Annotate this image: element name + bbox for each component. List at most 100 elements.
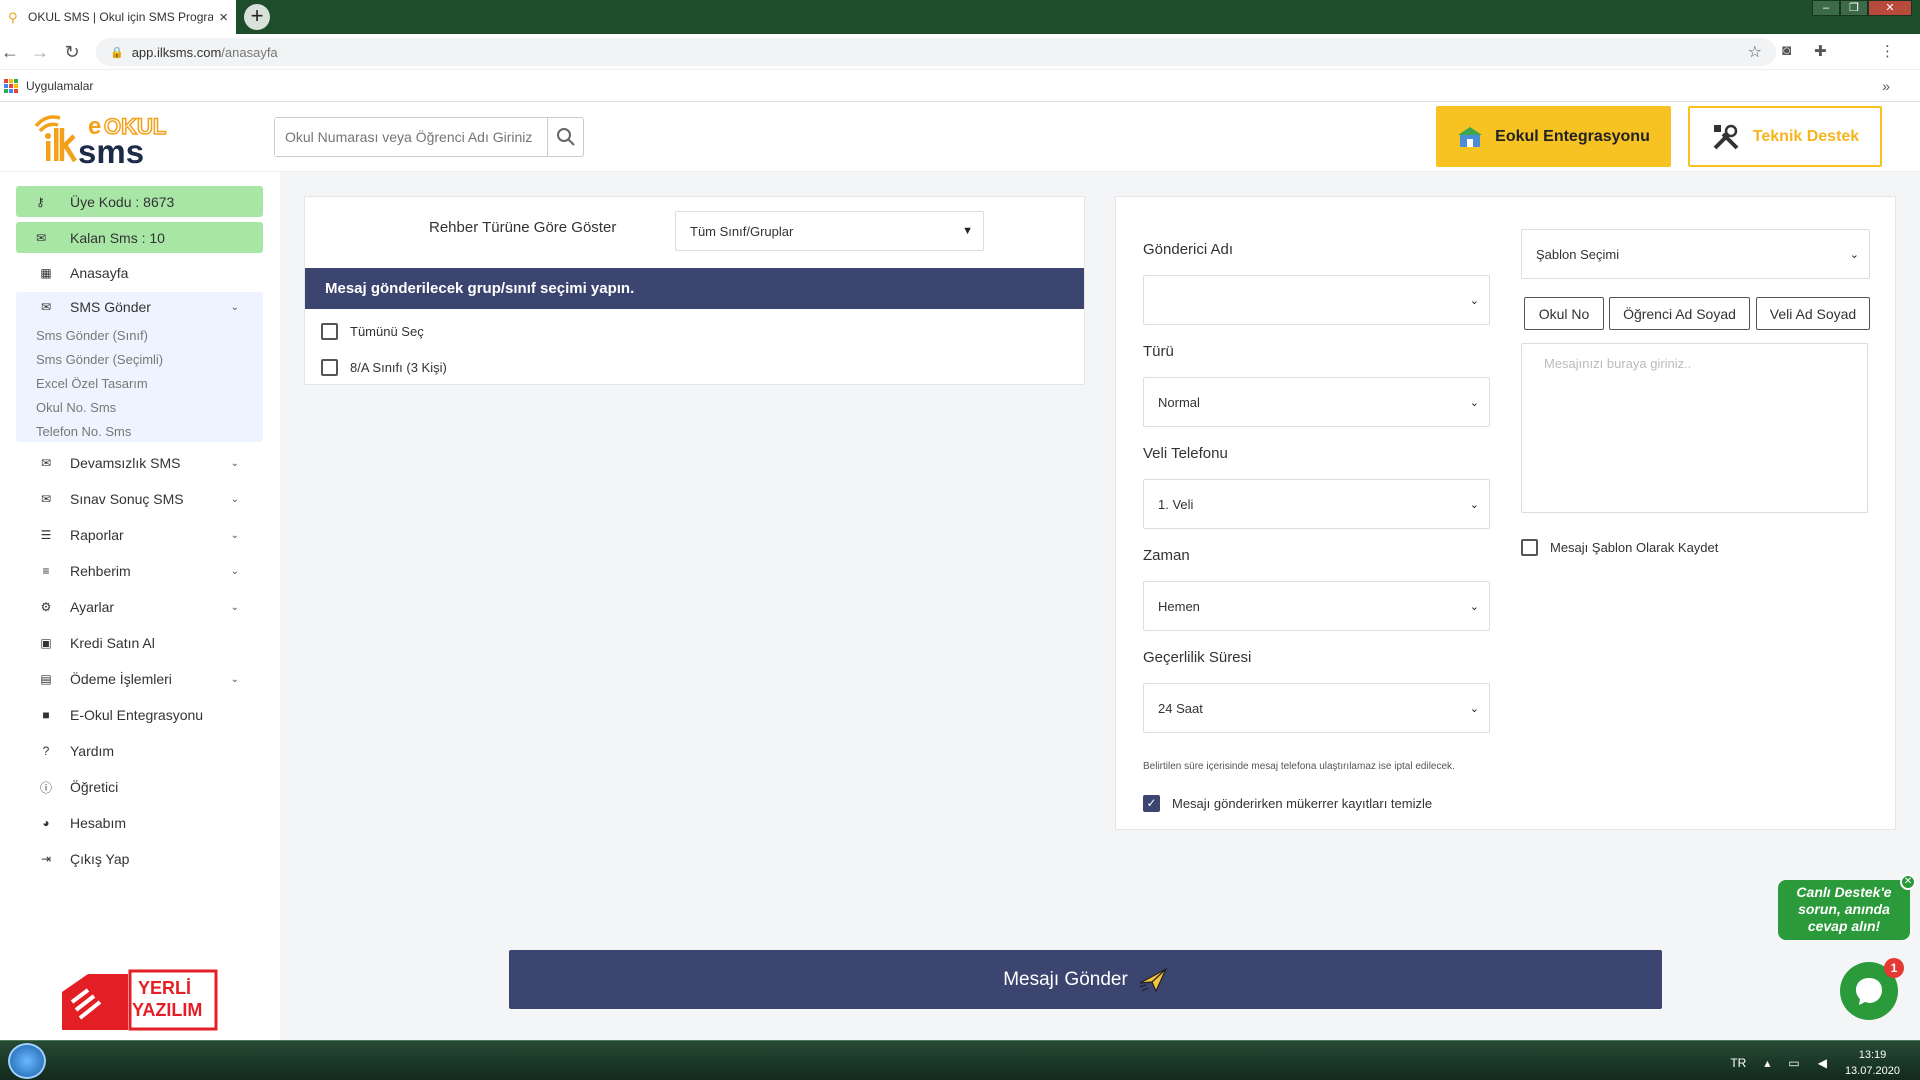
insert-okul-no-button[interactable]: Okul No xyxy=(1524,297,1604,330)
rehber-type-select[interactable]: Tüm Sınıf/Gruplar ▼ xyxy=(675,211,984,251)
bookmarks-more-icon[interactable]: » xyxy=(1882,78,1890,94)
close-icon[interactable]: ✕ xyxy=(1900,874,1916,890)
sidebar-item-ogretici[interactable]: ⓘ Öğretici xyxy=(16,772,263,802)
envelope-icon: ✉ xyxy=(40,492,52,506)
envelope-icon: ✉ xyxy=(36,230,47,245)
sidebar-item-raporlar[interactable]: ☰ Raporlar ⌄ xyxy=(16,520,263,550)
windows-start-button[interactable] xyxy=(8,1043,46,1079)
sidebar-item-anasayfa[interactable]: ▦ Anasayfa xyxy=(16,258,263,288)
sidebar-item-eokul[interactable]: ■ E-Okul Entegrasyonu xyxy=(16,700,263,730)
chevron-down-icon: ⌄ xyxy=(230,565,239,577)
sidebar-item-label: Raporlar xyxy=(70,527,124,543)
submenu-telefon-no-sms[interactable]: Telefon No. Sms xyxy=(36,424,131,439)
dedupe-checkbox[interactable]: ✓ xyxy=(1143,795,1160,812)
gear-icon: ⚙ xyxy=(40,600,52,614)
card-icon: ▤ xyxy=(40,672,52,686)
volume-icon[interactable]: ◀ xyxy=(1818,1056,1827,1070)
forward-icon[interactable]: → xyxy=(30,42,50,62)
chevron-down-icon: ⌄ xyxy=(230,301,239,313)
type-value: Normal xyxy=(1158,394,1200,410)
student-search-input[interactable] xyxy=(275,118,547,156)
template-select[interactable]: Şablon Seçimi ⌄ xyxy=(1521,229,1870,279)
search-button[interactable] xyxy=(547,118,583,156)
eokul-integration-button[interactable]: Eokul Entegrasyonu xyxy=(1436,106,1671,167)
sidebar-item-label: Rehberim xyxy=(70,563,131,579)
taskbar-clock[interactable]: 13:19 13.07.2020 xyxy=(1845,1047,1900,1079)
parent-phone-label: Veli Telefonu xyxy=(1143,445,1228,462)
select-all-row[interactable]: Tümünü Seç xyxy=(321,323,424,340)
back-icon[interactable]: ← xyxy=(0,42,20,62)
restore-icon[interactable]: ❐ xyxy=(1840,0,1868,16)
apps-grid-icon[interactable] xyxy=(4,78,18,93)
sender-select[interactable]: ⌄ xyxy=(1143,275,1490,325)
sidebar-item-ayarlar[interactable]: ⚙ Ayarlar ⌄ xyxy=(16,592,263,622)
tools-icon xyxy=(1713,124,1739,149)
sidebar-item-sinav-sonuc[interactable]: ✉ Sınav Sonuç SMS ⌄ xyxy=(16,484,263,514)
message-textarea[interactable]: Mesajınızı buraya giriniz.. xyxy=(1521,343,1868,513)
live-support-bubble[interactable]: Canlı Destek'e sorun, anında cevap alın!… xyxy=(1778,874,1916,940)
bookmarks-apps-link[interactable]: Uygulamalar xyxy=(26,79,93,93)
validity-select[interactable]: 24 Saat ⌄ xyxy=(1143,683,1490,733)
type-select[interactable]: Normal ⌄ xyxy=(1143,377,1490,427)
submenu-okul-no-sms[interactable]: Okul No. Sms xyxy=(36,400,116,415)
dedupe-label: Mesajı gönderirken mükerrer kayıtları te… xyxy=(1172,796,1433,811)
chevron-down-icon: ⌄ xyxy=(230,457,239,469)
insert-ogrenci-ad-button[interactable]: Öğrenci Ad Soyad xyxy=(1609,297,1750,330)
camera-icon[interactable]: ◙ xyxy=(1782,42,1791,59)
info-icon: ⓘ xyxy=(39,780,52,795)
save-template-row[interactable]: Mesajı Şablon Olarak Kaydet xyxy=(1521,539,1718,556)
parent-phone-select[interactable]: 1. Veli ⌄ xyxy=(1143,479,1490,529)
search-icon xyxy=(556,128,575,146)
ilksms-logo[interactable]: e OKUL sms xyxy=(32,108,192,168)
submenu-sms-sinif[interactable]: Sms Gönder (Sınıf) xyxy=(36,328,148,343)
url-input[interactable]: 🔒 app.ilksms.com/anasayfa ☆ xyxy=(96,38,1776,66)
yazilim-text: YAZILIM xyxy=(132,1000,203,1020)
recipient-card: Rehber Türüne Göre Göster Tüm Sınıf/Grup… xyxy=(304,196,1085,385)
new-tab-button[interactable]: + xyxy=(244,4,270,30)
envelope-icon: ✉ xyxy=(40,300,52,314)
sidebar-item-kredi[interactable]: ▣ Kredi Satın Al xyxy=(16,628,263,658)
technical-support-button[interactable]: Teknik Destek xyxy=(1688,106,1882,167)
select-all-checkbox[interactable] xyxy=(321,323,338,340)
chat-icon xyxy=(1856,978,1882,1005)
type-label: Türü xyxy=(1143,343,1174,360)
class-row[interactable]: 8/A Sınıfı (3 Kişi) xyxy=(321,359,447,376)
chevron-down-icon: ⌄ xyxy=(230,529,239,541)
sidebar-item-devamsizlik[interactable]: ✉ Devamsızlık SMS ⌄ xyxy=(16,448,263,478)
submenu-sms-secimli[interactable]: Sms Gönder (Seçimli) xyxy=(36,352,163,367)
sidebar-item-label: Kredi Satın Al xyxy=(70,635,155,651)
dedupe-row[interactable]: ✓ Mesajı gönderirken mükerrer kayıtları … xyxy=(1143,795,1432,812)
send-message-button[interactable]: Mesajı Gönder xyxy=(509,950,1662,1009)
folder-icon: ■ xyxy=(42,708,50,722)
sidebar-item-label: Ayarlar xyxy=(70,599,115,615)
sidebar-item-hesabim[interactable]: ◕ Hesabım xyxy=(16,808,263,838)
remaining-sms-text: Kalan Sms : 10 xyxy=(70,229,165,246)
menu-dots-icon[interactable]: ⋮ xyxy=(1880,42,1895,60)
sidebar-item-yardim[interactable]: ? Yardım xyxy=(16,736,263,766)
sidebar-item-label: E-Okul Entegrasyonu xyxy=(70,707,204,723)
validity-value: 24 Saat xyxy=(1158,700,1203,716)
language-indicator[interactable]: TR xyxy=(1730,1056,1746,1070)
time-select[interactable]: Hemen ⌄ xyxy=(1143,581,1490,631)
sidebar-item-label: Çıkış Yap xyxy=(70,851,130,867)
chevron-down-icon: ▼ xyxy=(962,225,973,237)
insert-veli-ad-button[interactable]: Veli Ad Soyad xyxy=(1756,297,1870,330)
reload-icon[interactable]: ↻ xyxy=(62,42,82,62)
sidebar-item-sms-gonder[interactable]: ✉ SMS Gönder ⌄ xyxy=(16,292,263,322)
browser-tab[interactable]: ⚲ OKUL SMS | Okul için SMS Programı × xyxy=(0,0,236,34)
sidebar-item-rehberim[interactable]: ≡ Rehberim ⌄ xyxy=(16,556,263,586)
save-template-checkbox[interactable] xyxy=(1521,539,1538,556)
tab-close-icon[interactable]: × xyxy=(219,9,228,26)
yerli-text: YERLİ xyxy=(138,978,192,998)
network-icon[interactable]: ▭ xyxy=(1788,1056,1799,1070)
sidebar-item-cikis[interactable]: ⇥ Çıkış Yap xyxy=(16,844,263,874)
minimize-icon[interactable]: – xyxy=(1812,0,1840,16)
extensions-icon[interactable]: ✚ xyxy=(1814,42,1827,60)
sidebar-item-odeme[interactable]: ▤ Ödeme İşlemleri ⌄ xyxy=(16,664,263,694)
chevron-down-icon: ⌄ xyxy=(1469,396,1479,409)
tray-arrow-icon[interactable]: ▴ xyxy=(1764,1056,1770,1070)
bookmark-star-icon[interactable]: ☆ xyxy=(1748,42,1762,62)
submenu-excel-ozel[interactable]: Excel Özel Tasarım xyxy=(36,376,148,391)
window-close-icon[interactable]: ✕ xyxy=(1868,0,1912,16)
class-checkbox[interactable] xyxy=(321,359,338,376)
